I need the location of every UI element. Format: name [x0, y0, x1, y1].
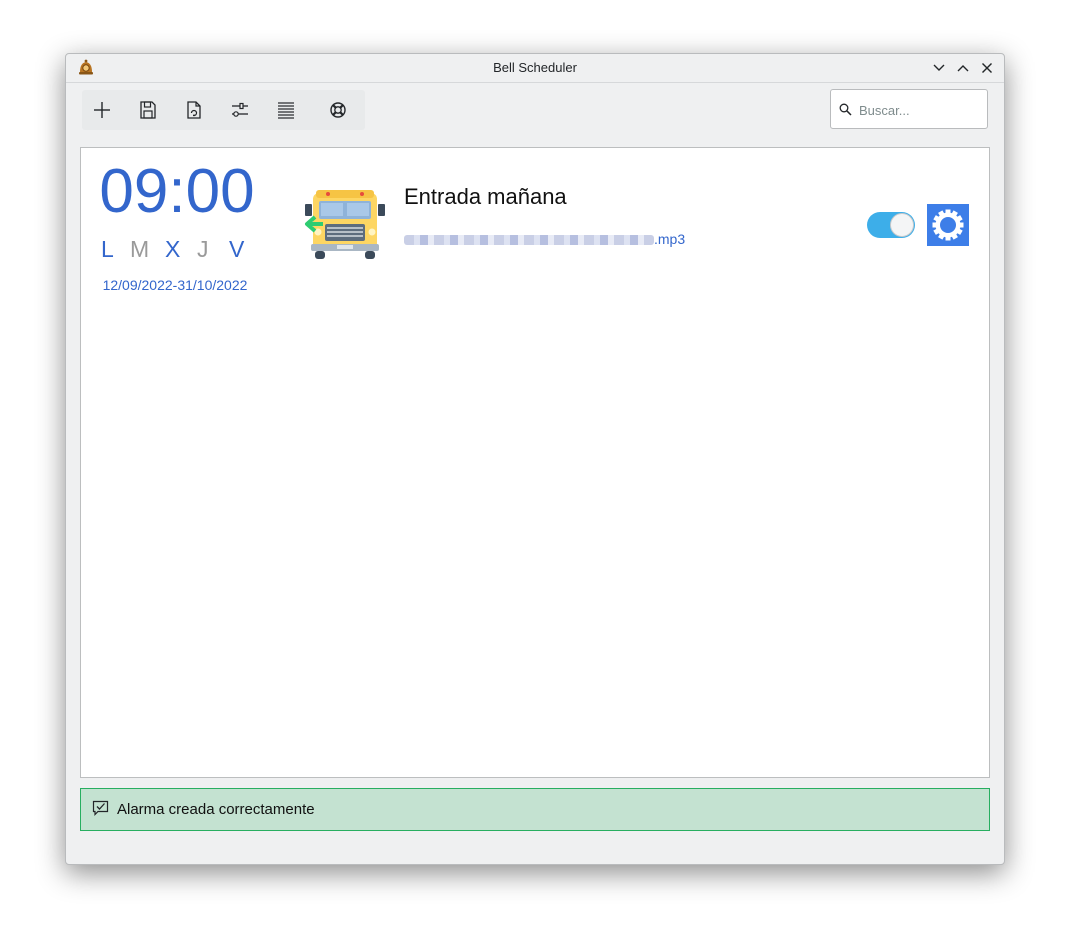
weekday-thursday: J	[197, 236, 209, 262]
file-extension: .mp3	[654, 231, 686, 247]
maximize-icon[interactable]	[954, 59, 972, 77]
search-input[interactable]	[857, 96, 985, 124]
weekday-tuesday: M	[130, 236, 150, 262]
status-text: Alarma creada correctamente	[117, 801, 315, 818]
weekday-friday: V	[229, 236, 245, 262]
alarm-name: Entrada mañana	[404, 184, 567, 209]
alarm-sound-file: .mp3	[404, 231, 685, 247]
title-bar: Bell Scheduler	[66, 54, 1004, 83]
alarm-enable-toggle[interactable]	[867, 212, 915, 238]
weekday-wednesday: X	[165, 236, 181, 262]
alarm-list: 09:00 L M X J V 12/09/2022-31/10/2022 En…	[80, 147, 990, 778]
school-bus-icon	[305, 190, 385, 259]
message-check-icon	[92, 800, 109, 816]
status-bar-message: Alarma creada correctamente	[80, 788, 990, 831]
blurred-filename	[404, 235, 654, 246]
preferences-button[interactable]	[228, 98, 252, 122]
help-button[interactable]	[326, 98, 350, 122]
search-box[interactable]	[830, 89, 988, 129]
app-window: Bell Scheduler Buscar... 09:00 L M X J V…	[65, 53, 1005, 865]
alarm-time: 09:00	[99, 157, 255, 226]
add-alarm-button[interactable]	[90, 98, 114, 122]
toggle-knob	[890, 213, 914, 237]
list-view-button[interactable]	[274, 98, 298, 122]
load-file-button[interactable]	[182, 98, 206, 122]
main-toolbar	[82, 90, 365, 130]
minimize-icon[interactable]	[930, 59, 948, 77]
close-icon[interactable]	[978, 59, 996, 77]
save-button[interactable]	[136, 98, 160, 122]
window-title: Bell Scheduler	[493, 60, 577, 75]
search-icon	[839, 103, 852, 116]
weekday-monday: L	[101, 236, 114, 262]
alarm-settings-button[interactable]	[927, 204, 969, 246]
gear-icon	[932, 209, 964, 241]
alarm-date-range: 12/09/2022-31/10/2022	[102, 277, 248, 293]
